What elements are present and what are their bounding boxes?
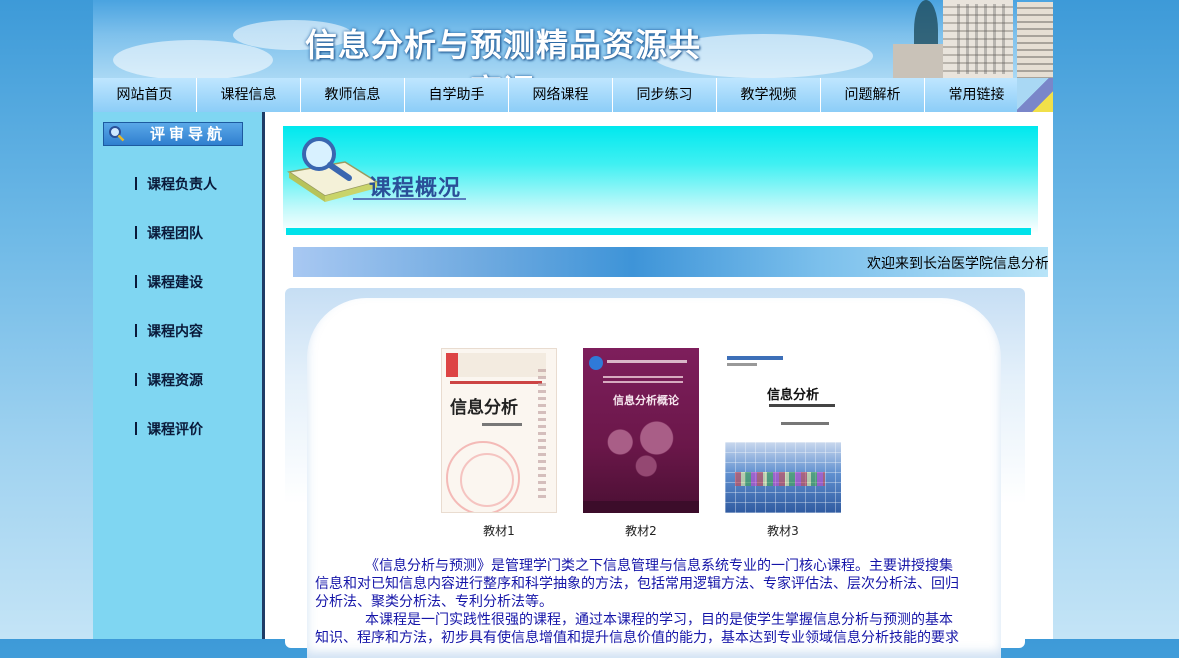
welcome-marquee: 欢迎来到长治医学院信息分析 xyxy=(293,247,1048,277)
main-nav: 网站首页 课程信息 教师信息 自学助手 网络课程 同步练习 教学视频 问题解析 … xyxy=(93,78,1053,112)
cover-title: 信息分析概论 xyxy=(613,394,679,407)
cover-image xyxy=(725,442,841,513)
cover-title: 信息分析 xyxy=(450,398,518,418)
textbook-label-3: 教材3 xyxy=(767,524,799,538)
site-title: 信息分析与预测精品资源共享课 xyxy=(304,26,701,78)
cover-header xyxy=(607,360,687,363)
cover-footer xyxy=(583,501,699,513)
overview-divider xyxy=(286,228,1031,235)
cover-author xyxy=(781,422,829,425)
sidebar-item-course-leader[interactable]: 课程负责人 xyxy=(135,174,217,223)
nav-item-qa[interactable]: 问题解析 xyxy=(821,78,925,112)
site-banner: 信息分析与预测精品资源共享课 xyxy=(93,0,1053,78)
cover-stripe xyxy=(450,381,542,384)
sidebar-menu: 课程负责人 课程团队 课程建设 课程内容 课程资源 课程评价 xyxy=(135,174,217,468)
sidebar-item-label: 课程资源 xyxy=(147,373,203,389)
sidebar-item-course-content[interactable]: 课程内容 xyxy=(135,321,217,370)
sidebar-heading-label: 评审导航 xyxy=(150,125,227,143)
sidebar-item-course-team[interactable]: 课程团队 xyxy=(135,223,217,272)
nav-item-self-study[interactable]: 自学助手 xyxy=(405,78,509,112)
nav-item-practice[interactable]: 同步练习 xyxy=(613,78,717,112)
nav-item-teacher-info[interactable]: 教师信息 xyxy=(301,78,405,112)
nav-item-course-info[interactable]: 课程信息 xyxy=(197,78,301,112)
sidebar-item-course-construction[interactable]: 课程建设 xyxy=(135,272,217,321)
bullet-bar-icon xyxy=(135,324,137,337)
cover-editor-line xyxy=(727,363,757,366)
sidebar-item-course-evaluation[interactable]: 课程评价 xyxy=(135,419,217,468)
cover-vertical-text xyxy=(538,369,546,499)
textbook-label-2: 教材2 xyxy=(625,524,657,538)
bullet-bar-icon xyxy=(135,373,137,386)
marquee-text: 欢迎来到长治医学院信息分析 xyxy=(867,256,1048,272)
cover-world-map xyxy=(589,410,693,490)
search-icon xyxy=(109,126,125,142)
bullet-bar-icon xyxy=(135,422,137,435)
description-paragraph: 本课程是一门实践性很强的课程，通过本课程的学习，目的是使学生掌握信息分析与预测的… xyxy=(315,612,959,646)
bullet-bar-icon xyxy=(135,226,137,239)
textbook-cover-2[interactable]: 信息分析概论 xyxy=(583,348,699,513)
sidebar-item-label: 课程评价 xyxy=(147,422,203,438)
nav-item-home[interactable]: 网站首页 xyxy=(93,78,197,112)
cover-title: 信息分析 xyxy=(767,388,820,403)
sidebar-item-label: 课程负责人 xyxy=(147,177,217,193)
bullet-bar-icon xyxy=(135,275,137,288)
main-content: 课程概况 欢迎来到长治医学院信息分析 信息分析 教材1 信息分析概论 教材2 信… xyxy=(265,112,1053,658)
sidebar-item-label: 课程建设 xyxy=(147,275,203,291)
nav-item-videos[interactable]: 教学视频 xyxy=(717,78,821,112)
sidebar: 评审导航 课程负责人 课程团队 课程建设 课程内容 课程资源 课程评价 xyxy=(93,112,265,639)
sidebar-item-label: 课程内容 xyxy=(147,324,203,340)
page-container: 信息分析与预测精品资源共享课 网站首页 课程信息 教师信息 自学助手 网络课程 … xyxy=(93,0,1053,658)
cover-swirl xyxy=(460,453,514,507)
sidebar-item-label: 课程团队 xyxy=(147,226,203,242)
cover-header xyxy=(446,353,546,377)
publisher-logo-icon xyxy=(589,356,603,370)
bullet-bar-icon xyxy=(135,177,137,190)
course-description: 《信息分析与预测》是管理学门类之下信息管理与信息系统专业的一门核心课程。主要讲授… xyxy=(315,557,965,647)
sidebar-item-course-resources[interactable]: 课程资源 xyxy=(135,370,217,419)
cover-series-line xyxy=(727,356,783,360)
description-paragraph: 《信息分析与预测》是管理学门类之下信息管理与信息系统专业的一门核心课程。主要讲授… xyxy=(315,558,959,610)
cover-subtitle-lines xyxy=(603,376,683,386)
textbook-label-1: 教材1 xyxy=(483,524,515,538)
overview-header: 课程概况 xyxy=(283,126,1038,234)
textbook-cover-3[interactable]: 信息分析 xyxy=(725,348,841,513)
sidebar-heading: 评审导航 xyxy=(103,122,243,146)
textbook-cover-1[interactable]: 信息分析 xyxy=(441,348,557,513)
banner-building xyxy=(943,0,1013,78)
banner-building xyxy=(1017,2,1053,78)
banner-cloud xyxy=(113,40,273,78)
nav-item-links[interactable]: 常用链接 xyxy=(925,78,1029,112)
nav-item-online-course[interactable]: 网络课程 xyxy=(509,78,613,112)
overview-title-underline xyxy=(353,198,466,200)
nav-endcap xyxy=(1017,78,1053,112)
cover-english-title xyxy=(769,404,835,407)
cover-author xyxy=(482,423,522,426)
